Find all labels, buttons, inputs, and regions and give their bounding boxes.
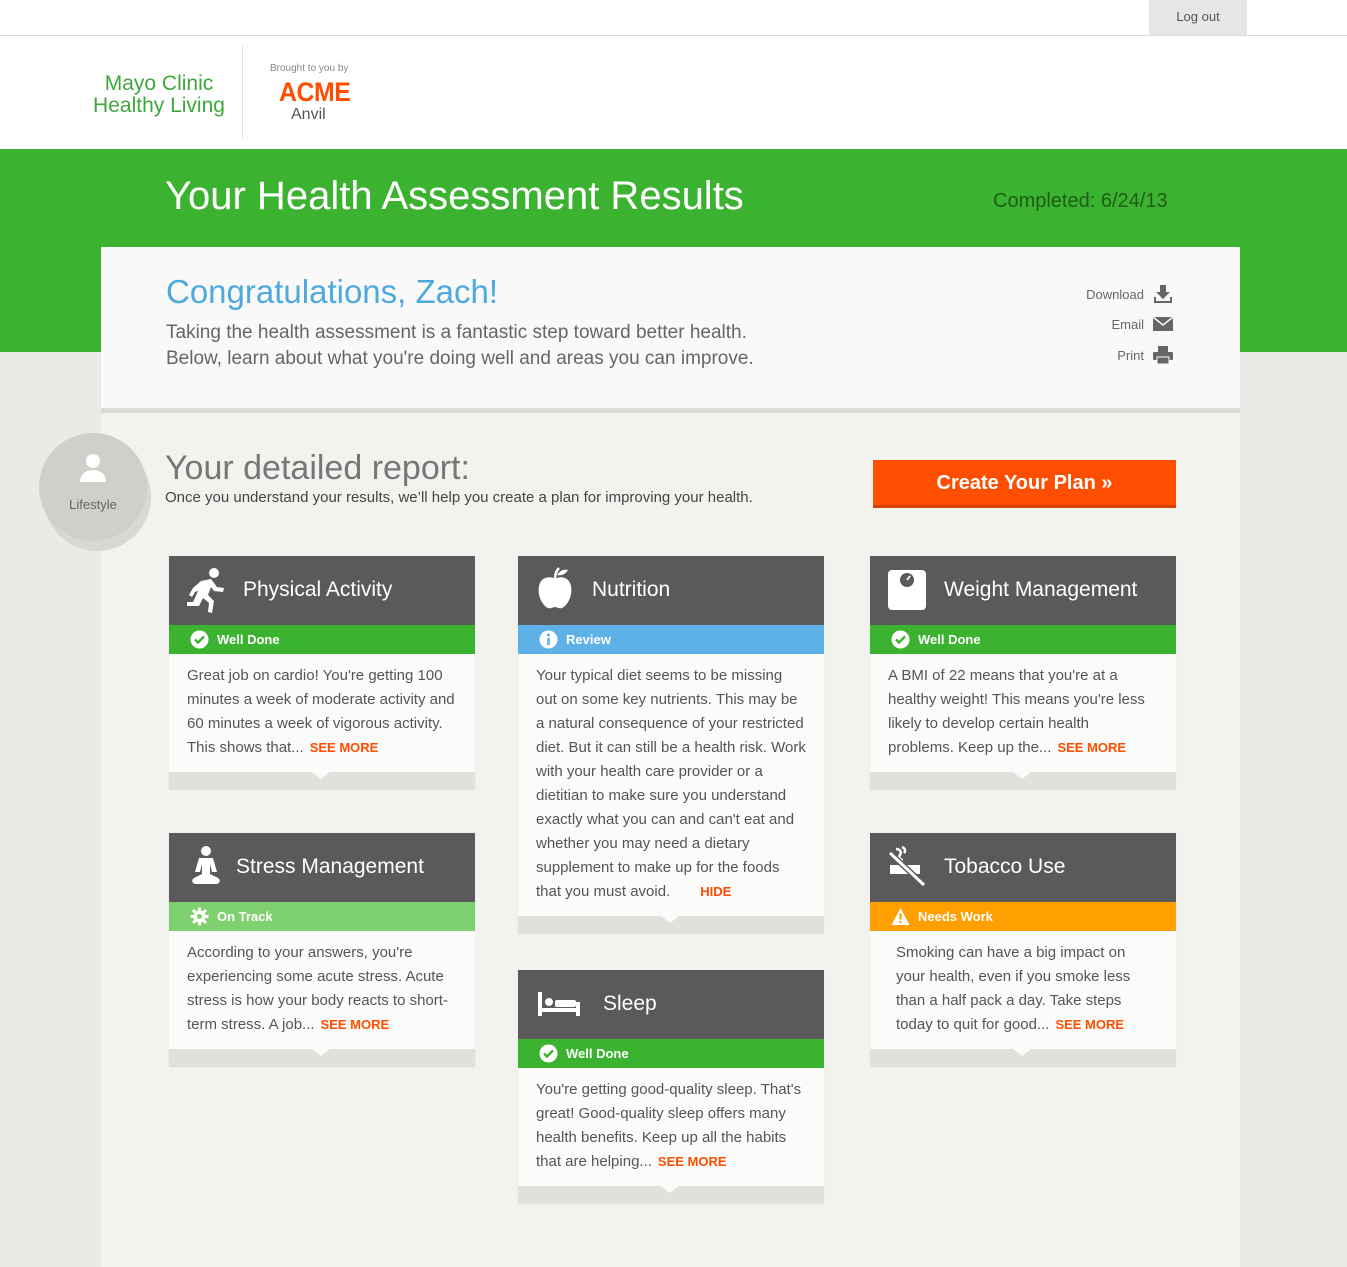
header-divider	[242, 46, 243, 138]
page-title: Your Health Assessment Results	[165, 174, 744, 218]
physical-activity-card: Physical Activity Well Done Great job on…	[169, 556, 475, 790]
print-label: Print	[1117, 347, 1144, 363]
completed-date: Completed: 6/24/13	[993, 190, 1168, 212]
warning-icon	[891, 908, 910, 925]
sponsor-caption: Brought to you by	[270, 63, 349, 74]
top-bar: Log out	[0, 0, 1347, 36]
intro-panel: Congratulations, Zach! Taking the health…	[101, 247, 1240, 413]
brand-line-1: Mayo Clinic	[104, 72, 214, 95]
lifestyle-label: Lifestyle	[69, 497, 117, 512]
card-body: You're getting good-quality sleep. That'…	[518, 1068, 824, 1186]
intro-text: Taking the health assessment is a fantas…	[166, 320, 866, 372]
brand-logo[interactable]: Mayo Clinic Healthy Living	[84, 73, 234, 117]
running-icon	[187, 568, 224, 613]
brand-line-2: Healthy Living	[93, 94, 225, 117]
status-label: Well Done	[566, 1046, 629, 1061]
tobacco-use-card: Tobacco Use Needs Work Smoking can have …	[870, 833, 1176, 1067]
status-badge: Review	[518, 625, 824, 654]
card-footer	[518, 1186, 824, 1204]
download-icon	[1154, 285, 1172, 303]
card-title: Tobacco Use	[944, 855, 1066, 878]
status-badge: On Track	[169, 902, 475, 931]
create-plan-button[interactable]: Create Your Plan »	[873, 460, 1176, 508]
meditation-icon	[192, 846, 220, 884]
hide-link[interactable]: HIDE	[700, 884, 731, 899]
card-header: Tobacco Use	[870, 833, 1176, 902]
no-smoking-icon	[887, 845, 927, 888]
status-label: Well Done	[217, 632, 280, 647]
card-footer	[870, 772, 1176, 790]
card-header: Sleep	[518, 970, 824, 1039]
card-title: Physical Activity	[243, 578, 393, 601]
weight-management-card: Weight Management Well Done A BMI of 22 …	[870, 556, 1176, 790]
card-header: Weight Management	[870, 556, 1176, 625]
card-header: Stress Management	[169, 833, 475, 902]
email-action[interactable]: Email	[1111, 313, 1174, 335]
printer-icon	[1153, 346, 1173, 365]
check-circle-icon	[539, 1044, 558, 1063]
check-circle-icon	[891, 630, 910, 649]
bed-icon	[538, 992, 580, 1016]
status-badge: Needs Work	[870, 902, 1176, 931]
gear-icon	[190, 907, 209, 926]
intro-line-1: Taking the health assessment is a fantas…	[166, 322, 747, 343]
card-title: Stress Management	[236, 855, 424, 878]
card-header: Nutrition	[518, 556, 824, 625]
status-label: Needs Work	[918, 909, 993, 924]
sponsor-logo: ACME	[279, 77, 351, 107]
card-body: According to your answers, you're experi…	[169, 931, 475, 1049]
email-label: Email	[1111, 316, 1144, 332]
card-body: Great job on cardio! You're getting 100 …	[169, 654, 475, 772]
see-more-link[interactable]: SEE MORE	[1057, 740, 1126, 755]
card-title: Sleep	[603, 992, 657, 1015]
stress-management-card: Stress Management On Track According to …	[169, 833, 475, 1067]
card-footer	[169, 772, 475, 790]
print-action[interactable]: Print	[1117, 344, 1174, 366]
status-badge: Well Done	[169, 625, 475, 654]
status-badge: Well Done	[518, 1039, 824, 1068]
download-label: Download	[1086, 286, 1144, 302]
card-body: Your typical diet seems to be missing ou…	[518, 654, 824, 916]
logout-button[interactable]: Log out	[1149, 0, 1247, 35]
congrats-heading: Congratulations, Zach!	[166, 273, 499, 310]
see-more-link[interactable]: SEE MORE	[321, 1017, 390, 1032]
card-body: Smoking can have a big impact on your he…	[870, 931, 1176, 1049]
status-label: Review	[566, 632, 611, 647]
apple-icon	[538, 567, 572, 609]
site-header: Mayo Clinic Healthy Living Brought to yo…	[0, 36, 1347, 149]
info-icon	[539, 630, 558, 649]
card-text: Your typical diet seems to be missing ou…	[536, 667, 806, 900]
person-icon	[80, 454, 106, 482]
see-more-link[interactable]: SEE MORE	[1055, 1017, 1124, 1032]
card-title: Weight Management	[944, 578, 1138, 601]
card-footer	[870, 1049, 1176, 1067]
email-icon	[1152, 316, 1174, 331]
see-more-link[interactable]: SEE MORE	[310, 740, 379, 755]
card-footer	[169, 1049, 475, 1067]
download-action[interactable]: Download	[1086, 283, 1174, 305]
card-body: A BMI of 22 means that you're at a healt…	[870, 654, 1176, 772]
report-title: Your detailed report:	[165, 449, 470, 487]
status-badge: Well Done	[870, 625, 1176, 654]
lifestyle-badge[interactable]: Lifestyle	[39, 433, 147, 541]
status-label: Well Done	[918, 632, 981, 647]
card-title: Nutrition	[592, 578, 671, 601]
scale-icon	[888, 570, 926, 610]
report-subtitle: Once you understand your results, we’ll …	[165, 489, 753, 506]
card-text: According to your answers, you're experi…	[187, 944, 448, 1033]
status-label: On Track	[217, 909, 273, 924]
check-circle-icon	[190, 630, 209, 649]
intro-line-2: Below, learn about what you're doing wel…	[166, 348, 754, 369]
see-more-link[interactable]: SEE MORE	[658, 1154, 727, 1169]
nutrition-card: Nutrition Review Your typical diet seems…	[518, 556, 824, 934]
sponsor-subname: Anvil	[291, 106, 326, 123]
card-footer	[518, 916, 824, 934]
sleep-card: Sleep Well Done You're getting good-qual…	[518, 970, 824, 1204]
card-header: Physical Activity	[169, 556, 475, 625]
